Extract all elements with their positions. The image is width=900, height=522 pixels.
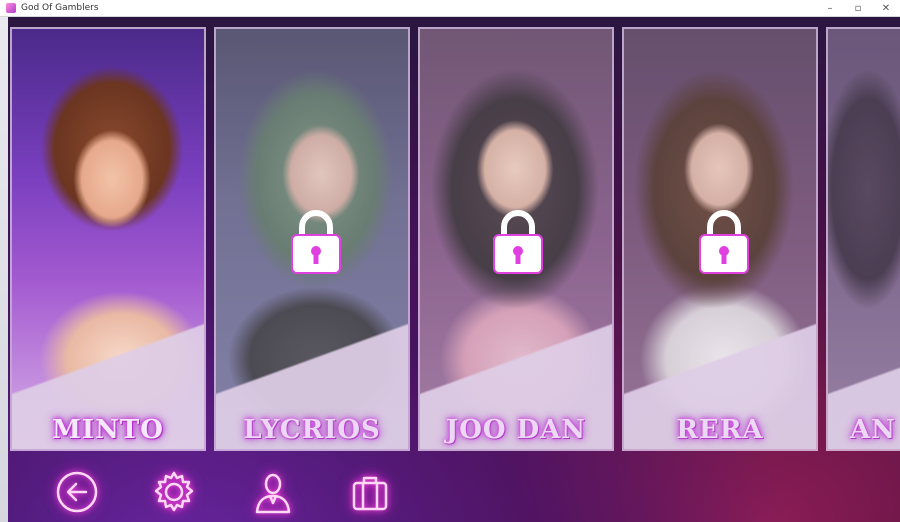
left-edge-strip bbox=[0, 17, 8, 522]
lock-icon bbox=[699, 210, 749, 274]
character-name: JOO DAN bbox=[445, 415, 587, 445]
character-card-minto[interactable]: MINTO bbox=[10, 27, 206, 451]
gear-icon bbox=[154, 471, 194, 512]
lock-icon bbox=[291, 210, 341, 274]
window-titlebar: God Of Gamblers – ▫ ✕ bbox=[0, 0, 900, 17]
character-card-joo-dan[interactable]: JOO DAN bbox=[418, 27, 614, 451]
character-select-screen: MINTO LYCRIOS JOO DAN RERA AN bbox=[0, 17, 900, 522]
settings-button[interactable] bbox=[151, 469, 197, 515]
close-button[interactable]: ✕ bbox=[872, 0, 900, 16]
bottom-nav-bar bbox=[0, 457, 900, 522]
back-button[interactable] bbox=[54, 469, 100, 515]
character-card-rera[interactable]: RERA bbox=[622, 27, 818, 451]
maximize-button[interactable]: ▫ bbox=[844, 0, 872, 16]
back-arrow-icon bbox=[56, 471, 98, 513]
character-name: MINTO bbox=[52, 415, 164, 445]
character-name: LYCRIOS bbox=[243, 415, 381, 445]
character-name: AN bbox=[850, 415, 896, 445]
character-card-lycrios[interactable]: LYCRIOS bbox=[214, 27, 410, 451]
app-icon bbox=[6, 3, 16, 13]
window-controls: – ▫ ✕ bbox=[816, 0, 900, 16]
profile-button[interactable] bbox=[250, 469, 296, 515]
minimize-button[interactable]: – bbox=[816, 0, 844, 16]
character-card-an[interactable]: AN bbox=[826, 27, 900, 451]
character-name: RERA bbox=[676, 415, 764, 445]
user-icon bbox=[255, 473, 291, 514]
briefcase-icon bbox=[352, 476, 388, 511]
window-title: God Of Gamblers bbox=[21, 3, 99, 13]
lock-icon bbox=[493, 210, 543, 274]
inventory-button[interactable] bbox=[347, 469, 393, 515]
